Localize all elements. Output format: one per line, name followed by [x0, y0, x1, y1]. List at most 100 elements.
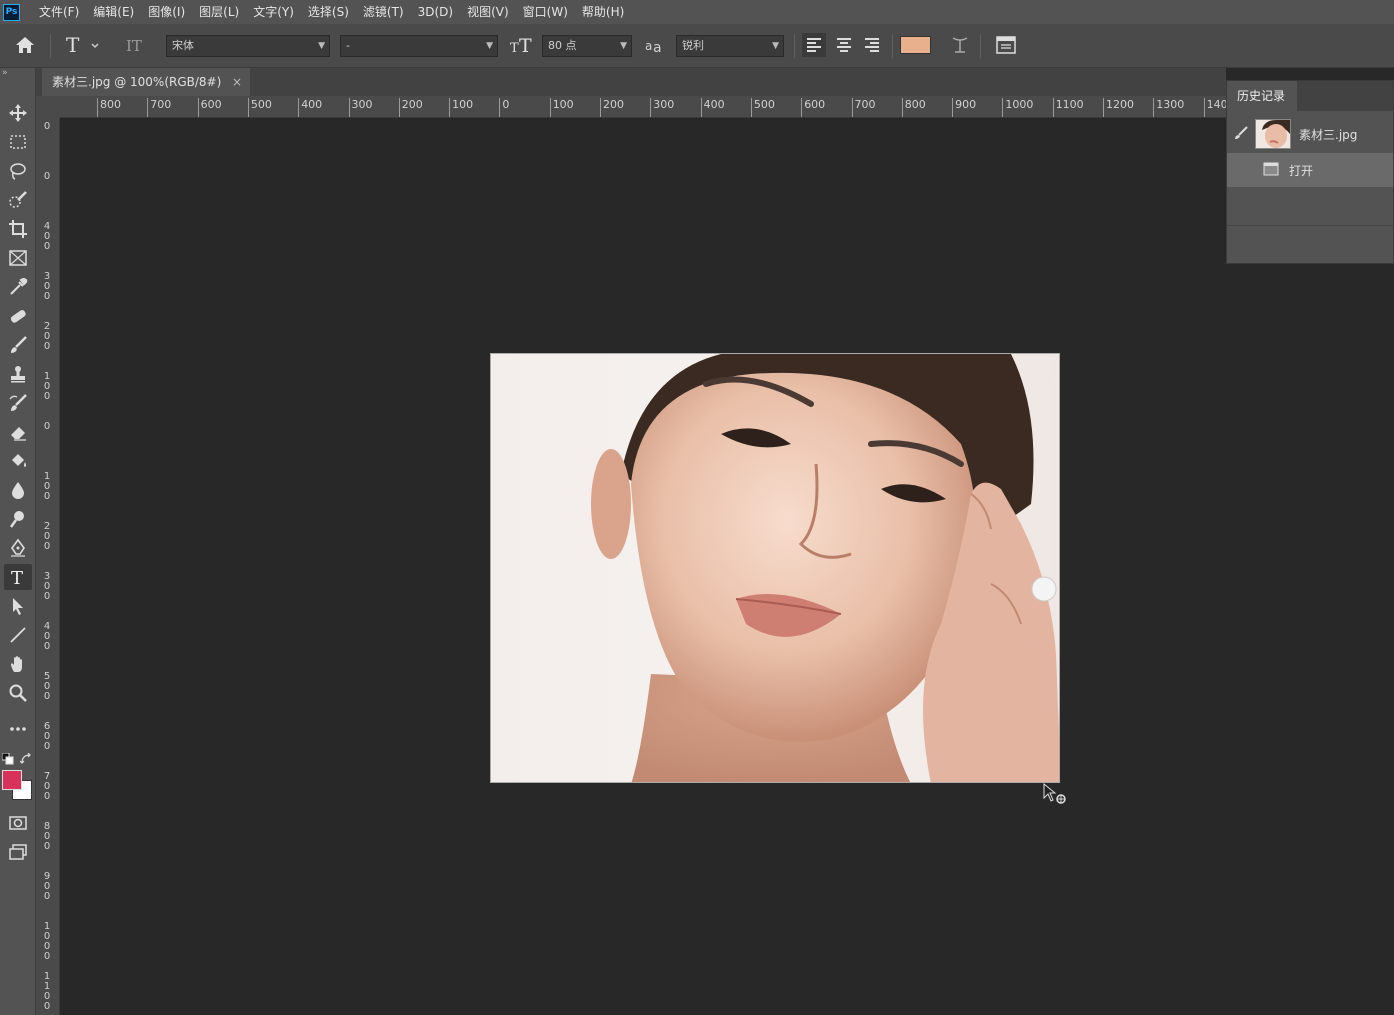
- tab-history[interactable]: 历史记录: [1227, 81, 1297, 111]
- document-tab-title: 素材三.jpg @ 100%(RGB/8#): [52, 75, 222, 89]
- lasso-tool-icon[interactable]: [4, 158, 32, 184]
- history-brush-source-icon[interactable]: [1233, 125, 1253, 144]
- menu-window[interactable]: 窗口(W): [516, 0, 575, 24]
- brush-tool-icon[interactable]: [4, 332, 32, 358]
- menu-layer[interactable]: 图层(L): [192, 0, 246, 24]
- ruler-v-label: 400: [43, 621, 51, 652]
- menu-view[interactable]: 视图(V): [460, 0, 516, 24]
- ruler-v-label: 100: [43, 471, 51, 502]
- horizontal-ruler[interactable]: 800 700 600 500 400 300 200 100 0 100 200 300 400 500…: [60, 96, 1226, 118]
- svg-text:a: a: [653, 40, 662, 56]
- ruler-h-label: 100: [449, 98, 474, 117]
- document-tab[interactable]: 素材三.jpg @ 100%(RGB/8#) ×: [42, 68, 250, 96]
- ruler-h-label: 400: [298, 98, 323, 117]
- ruler-v-label: 1000: [43, 921, 51, 962]
- type-tool-preset-icon[interactable]: T: [64, 33, 104, 57]
- clone-stamp-tool-icon[interactable]: [4, 361, 32, 387]
- marquee-tool-icon[interactable]: [4, 129, 32, 155]
- close-tab-icon[interactable]: ×: [232, 68, 242, 96]
- menu-select[interactable]: 选择(S): [301, 0, 356, 24]
- ruler-v-label: 600: [43, 721, 51, 752]
- align-left-icon[interactable]: [802, 33, 826, 57]
- eyedropper-tool-icon[interactable]: [4, 274, 32, 300]
- ruler-v-label: 400: [43, 221, 51, 252]
- tools-panel: » T: [0, 68, 36, 1015]
- svg-text:T: T: [510, 41, 519, 56]
- crop-tool-icon[interactable]: [4, 216, 32, 242]
- home-icon[interactable]: [14, 33, 36, 57]
- ruler-h-label: 700: [147, 98, 172, 117]
- chevron-down-icon: ▼: [772, 41, 779, 51]
- quick-selection-tool-icon[interactable]: [4, 187, 32, 213]
- history-state-open[interactable]: 打开: [1227, 153, 1393, 187]
- font-style-value: -: [346, 39, 350, 52]
- swap-colors-icon[interactable]: [19, 750, 32, 769]
- ruler-h-label: 100: [549, 98, 574, 117]
- history-brush-tool-icon[interactable]: [4, 390, 32, 416]
- text-color-swatch[interactable]: [900, 36, 931, 54]
- ruler-v-label: 800: [43, 821, 51, 852]
- history-state-label: 打开: [1289, 163, 1314, 178]
- path-selection-tool-icon[interactable]: [4, 593, 32, 619]
- healing-brush-tool-icon[interactable]: [4, 303, 32, 329]
- menu-help[interactable]: 帮助(H): [575, 0, 631, 24]
- foreground-color-swatch[interactable]: [2, 770, 22, 790]
- align-center-icon[interactable]: [832, 33, 856, 57]
- move-tool-icon[interactable]: [4, 100, 32, 126]
- frame-tool-icon[interactable]: [4, 245, 32, 271]
- ruler-h-label: 0: [499, 98, 510, 117]
- svg-text:T: T: [519, 35, 532, 56]
- antialias-value: 锐利: [682, 39, 704, 52]
- type-tool-icon[interactable]: T: [4, 564, 32, 590]
- menu-type[interactable]: 文字(Y): [246, 0, 301, 24]
- collapse-icon[interactable]: »: [2, 68, 8, 78]
- font-family-select[interactable]: 宋体 ▼: [166, 35, 330, 57]
- blur-tool-icon[interactable]: [4, 477, 32, 503]
- ruler-h-label: 800: [901, 98, 926, 117]
- ruler-corner[interactable]: [36, 96, 60, 118]
- ruler-v-label: 700: [43, 771, 51, 802]
- antialias-select[interactable]: 锐利 ▼: [676, 35, 784, 57]
- quick-mask-icon[interactable]: [4, 810, 32, 836]
- document-tabs: 素材三.jpg @ 100%(RGB/8#) ×: [36, 68, 1226, 96]
- ruler-v-label: 0: [43, 421, 51, 432]
- menu-image[interactable]: 图像(I): [141, 0, 192, 24]
- pen-tool-icon[interactable]: [4, 535, 32, 561]
- ruler-h-label: 200: [600, 98, 624, 117]
- photoshop-logo-icon: Ps: [3, 3, 20, 21]
- font-family-value: 宋体: [172, 39, 194, 52]
- snapshot-thumbnail: [1255, 119, 1291, 149]
- menu-3d[interactable]: 3D(D): [411, 0, 460, 24]
- warp-text-icon[interactable]: [948, 33, 972, 57]
- ruler-h-label: 300: [650, 98, 675, 117]
- ruler-h-label: 1300: [1153, 98, 1185, 117]
- default-colors-icon[interactable]: [1, 750, 14, 769]
- toggle-text-orientation-icon[interactable]: IT: [124, 33, 148, 57]
- align-right-icon[interactable]: [860, 33, 884, 57]
- ruler-h-label: 500: [247, 98, 272, 117]
- screen-mode-icon[interactable]: [4, 839, 32, 865]
- svg-text:IT: IT: [126, 37, 142, 55]
- character-panel-icon[interactable]: [994, 33, 1018, 57]
- font-size-select[interactable]: 80 点 ▼: [542, 35, 632, 57]
- zoom-tool-icon[interactable]: [4, 680, 32, 706]
- ruler-h-label: 1400: [1203, 98, 1226, 117]
- eraser-tool-icon[interactable]: [4, 419, 32, 445]
- ruler-h-label: 300: [348, 98, 373, 117]
- ruler-h-label: 500: [750, 98, 775, 117]
- ruler-v-label: 900: [43, 871, 51, 902]
- svg-text:T: T: [66, 34, 80, 56]
- menu-file[interactable]: 文件(F): [32, 0, 86, 24]
- paint-bucket-tool-icon[interactable]: [4, 448, 32, 474]
- font-style-select[interactable]: - ▼: [340, 35, 498, 57]
- line-tool-icon[interactable]: [4, 622, 32, 648]
- hand-tool-icon[interactable]: [4, 651, 32, 677]
- vertical-ruler[interactable]: 0 0 400 300 200 100 0 100 200 300 400 500 600 700 800 9…: [36, 118, 60, 1015]
- ruler-h-label: 200: [398, 98, 423, 117]
- document-image[interactable]: [490, 353, 1060, 783]
- menu-filter[interactable]: 滤镜(T): [356, 0, 411, 24]
- history-snapshot[interactable]: 素材三.jpg: [1227, 117, 1393, 151]
- dodge-tool-icon[interactable]: [4, 506, 32, 532]
- menu-edit[interactable]: 编辑(E): [86, 0, 141, 24]
- more-tools-icon[interactable]: [4, 716, 32, 742]
